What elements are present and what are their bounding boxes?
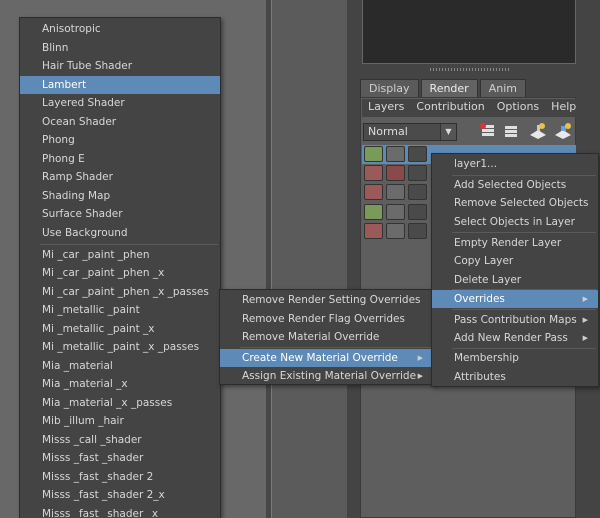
layer-settings-icon[interactable]: [408, 204, 427, 220]
preview-area: [362, 0, 576, 64]
dropdown-arrow-icon: ▼: [440, 124, 456, 140]
menu-separator: [452, 309, 596, 310]
menu-item-copy-layer[interactable]: Copy Layer: [432, 252, 598, 270]
layer-settings-icon[interactable]: [408, 184, 427, 200]
menu-item-mi-car-paint-phen-x[interactable]: Mi _car _paint _phen _x: [20, 264, 220, 282]
add-light-icon[interactable]: [528, 121, 548, 141]
menu-item-mi-metallic-paint-x-passes[interactable]: Mi _metallic _paint _x _passes: [20, 338, 220, 356]
submenu-arrow-icon: ▶: [582, 295, 588, 303]
menu-options[interactable]: Options: [491, 99, 545, 117]
menu-contribution[interactable]: Contribution: [410, 99, 490, 117]
menu-item-add-selected-objects[interactable]: Add Selected Objects: [432, 176, 598, 194]
visibility-check-icon[interactable]: [364, 204, 383, 220]
layer-settings-icon[interactable]: [408, 223, 427, 239]
menu-item-label: Overrides: [454, 293, 505, 305]
shader-type-menu: Anisotropic Blinn Hair Tube Shader Lambe…: [19, 17, 221, 518]
panel-resize-grip[interactable]: [430, 68, 510, 71]
menu-item-label: Assign Existing Material Override: [242, 370, 417, 382]
menu-item-mia-material-x-passes[interactable]: Mia _material _x _passes: [20, 394, 220, 412]
render-toggle-icon[interactable]: [386, 184, 405, 200]
tab-anim[interactable]: Anim: [479, 79, 526, 97]
menu-item-misss-call-shader[interactable]: Misss _call _shader: [20, 431, 220, 449]
menu-item-attributes[interactable]: Attributes: [432, 368, 598, 386]
menu-item-anisotropic[interactable]: Anisotropic: [20, 20, 220, 38]
menu-item-use-background[interactable]: Use Background: [20, 224, 220, 242]
panel-gap: [272, 0, 347, 518]
menu-item-phong-e[interactable]: Phong E: [20, 150, 220, 168]
visibility-x-icon[interactable]: [364, 165, 383, 181]
menu-item-shading-map[interactable]: Shading Map: [20, 187, 220, 205]
menu-help[interactable]: Help: [545, 99, 582, 117]
layer-context-menu: layer1... Add Selected Objects Remove Se…: [431, 153, 599, 387]
menu-item-label: Add New Render Pass: [454, 332, 568, 344]
menu-separator: [452, 232, 596, 233]
visibility-x-icon[interactable]: [364, 223, 383, 239]
add-object-icon[interactable]: [553, 121, 573, 141]
menu-item-mia-material[interactable]: Mia _material: [20, 357, 220, 375]
menu-item-delete-layer[interactable]: Delete Layer: [432, 271, 598, 289]
menu-item-remove-selected-objects[interactable]: Remove Selected Objects: [432, 194, 598, 212]
submenu-arrow-icon: ▶: [582, 316, 588, 324]
layer-editor-tabs: Display Render Anim: [360, 79, 526, 97]
menu-item-misss-fast-shader-2-x[interactable]: Misss _fast _shader 2_x: [20, 486, 220, 504]
submenu-arrow-icon: ▶: [417, 354, 423, 362]
menu-item-ocean-shader[interactable]: Ocean Shader: [20, 113, 220, 131]
menu-item-add-new-render-pass[interactable]: Add New Render Pass ▶: [432, 329, 598, 347]
menu-item-remove-material-override[interactable]: Remove Material Override: [220, 328, 433, 346]
menu-item-ramp-shader[interactable]: Ramp Shader: [20, 168, 220, 186]
menu-item-misss-fast-shader-x[interactable]: Misss _fast _shader _x: [20, 505, 220, 518]
menu-item-mi-car-paint-phen[interactable]: Mi _car _paint _phen: [20, 246, 220, 264]
render-toggle-icon[interactable]: [386, 223, 405, 239]
tab-display[interactable]: Display: [360, 79, 419, 97]
menu-item-membership[interactable]: Membership: [432, 349, 598, 367]
submenu-arrow-icon: ▶: [417, 372, 423, 380]
menu-item-mib-illum-hair[interactable]: Mib _illum _hair: [20, 412, 220, 430]
menu-item-empty-render-layer[interactable]: Empty Render Layer: [432, 234, 598, 252]
blend-mode-value: Normal: [368, 125, 408, 138]
layer-editor-menubar: Layers Contribution Options Help: [362, 99, 576, 117]
menu-item-select-objects-in-layer[interactable]: Select Objects in Layer: [432, 213, 598, 231]
menu-item-create-new-material-override[interactable]: Create New Material Override ▶: [220, 349, 433, 367]
visibility-x-icon[interactable]: [364, 184, 383, 200]
menu-separator: [40, 244, 218, 245]
submenu-arrow-icon: ▶: [582, 334, 588, 342]
render-toggle-icon[interactable]: [386, 165, 405, 181]
menu-item-assign-existing-material-override[interactable]: Assign Existing Material Override ▶: [220, 367, 433, 385]
layer-settings-icon[interactable]: [408, 165, 427, 181]
menu-item-label: Create New Material Override: [242, 352, 398, 364]
menu-item-remove-render-setting-overrides[interactable]: Remove Render Setting Overrides: [220, 291, 433, 309]
render-layer-copy-icon[interactable]: [501, 121, 521, 141]
render-toggle-icon[interactable]: [386, 146, 405, 162]
menu-item-pass-contribution-maps[interactable]: Pass Contribution Maps ▶: [432, 311, 598, 329]
menu-layers[interactable]: Layers: [362, 99, 410, 117]
menu-item-overrides[interactable]: Overrides ▶: [432, 290, 598, 308]
menu-item-remove-render-flag-overrides[interactable]: Remove Render Flag Overrides: [220, 310, 433, 328]
menu-item-mi-metallic-paint[interactable]: Mi _metallic _paint: [20, 301, 220, 319]
tab-render[interactable]: Render: [420, 79, 478, 97]
menu-item-mi-metallic-paint-x[interactable]: Mi _metallic _paint _x: [20, 320, 220, 338]
menu-item-misss-fast-shader-2[interactable]: Misss _fast _shader 2: [20, 468, 220, 486]
menu-item-blinn[interactable]: Blinn: [20, 39, 220, 57]
menu-item-lambert[interactable]: Lambert: [20, 76, 220, 94]
menu-item-mia-material-x[interactable]: Mia _material _x: [20, 375, 220, 393]
menu-item-label: Pass Contribution Maps: [454, 314, 577, 326]
menu-item-misss-fast-shader[interactable]: Misss _fast _shader: [20, 449, 220, 467]
render-toggle-icon[interactable]: [386, 204, 405, 220]
menu-item-hair-tube-shader[interactable]: Hair Tube Shader: [20, 57, 220, 75]
overrides-submenu: Remove Render Setting Overrides Remove R…: [219, 289, 434, 385]
render-layer-icon[interactable]: [478, 121, 498, 141]
menu-item-layered-shader[interactable]: Layered Shader: [20, 94, 220, 112]
menu-separator: [240, 347, 431, 348]
visibility-check-icon[interactable]: [364, 146, 383, 162]
blend-mode-select[interactable]: Normal ▼: [363, 123, 457, 141]
menu-item-phong[interactable]: Phong: [20, 131, 220, 149]
menu-item-surface-shader[interactable]: Surface Shader: [20, 205, 220, 223]
menu-item-mi-car-paint-phen-x-passes[interactable]: Mi _car _paint _phen _x _passes: [20, 283, 220, 301]
menu-item-layer-name[interactable]: layer1...: [432, 155, 598, 173]
layer-settings-icon[interactable]: [408, 146, 427, 162]
